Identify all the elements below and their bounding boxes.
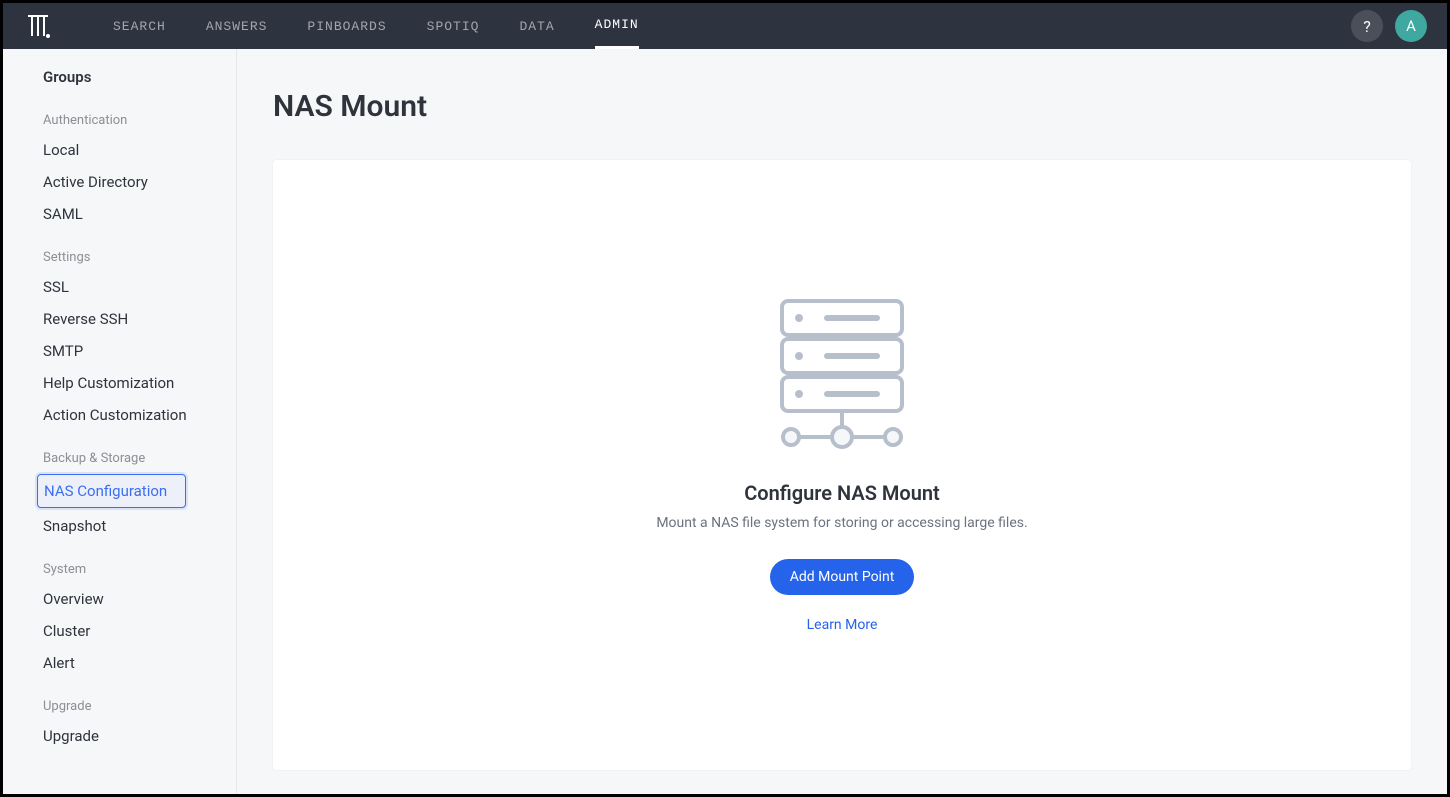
page-title: NAS Mount (273, 89, 1411, 124)
nav-item-search[interactable]: SEARCH (113, 3, 166, 49)
nav-item-pinboards[interactable]: PINBOARDS (307, 3, 386, 49)
top-nav: SEARCH ANSWERS PINBOARDS SPOTIQ DATA ADMIN (113, 3, 639, 49)
nav-item-data[interactable]: DATA (519, 3, 554, 49)
sidebar-header-upgrade: Upgrade (3, 679, 236, 720)
nav-item-answers[interactable]: ANSWERS (206, 3, 268, 49)
nav-item-admin[interactable]: ADMIN (595, 3, 639, 49)
logo-icon (24, 12, 52, 40)
sidebar-item-cluster[interactable]: Cluster (3, 615, 236, 647)
main-content: NAS Mount (237, 49, 1447, 794)
sidebar-header-backup-storage: Backup & Storage (3, 431, 236, 472)
sidebar-item-reverse-ssh[interactable]: Reverse SSH (3, 303, 236, 335)
sidebar-item-nas-configuration[interactable]: NAS Configuration (37, 474, 186, 508)
learn-more-link[interactable]: Learn More (807, 617, 878, 633)
empty-heading: Configure NAS Mount (744, 481, 940, 505)
sidebar-header-system: System (3, 542, 236, 583)
nas-server-icon (777, 297, 907, 461)
sidebar-item-overview[interactable]: Overview (3, 583, 236, 615)
sidebar-item-alert[interactable]: Alert (3, 647, 236, 679)
sidebar-header-authentication: Authentication (3, 93, 236, 134)
nav-item-spotiq[interactable]: SPOTIQ (427, 3, 480, 49)
sidebar-item-saml[interactable]: SAML (3, 198, 236, 230)
sidebar: GroupsAuthenticationLocalActive Director… (3, 49, 237, 794)
empty-subheading: Mount a NAS file system for storing or a… (656, 515, 1027, 531)
topbar: SEARCHANSWERSPINBOARDSSPOTIQDATAADMIN ? … (3, 3, 1447, 49)
sidebar-header-settings: Settings (3, 230, 236, 271)
help-button[interactable]: ? (1351, 10, 1383, 42)
sidebar-item-ssl[interactable]: SSL (3, 271, 236, 303)
sidebar-item-snapshot[interactable]: Snapshot (3, 510, 236, 542)
add-mount-point-button[interactable]: Add Mount Point (770, 559, 915, 595)
logo[interactable] (23, 11, 53, 41)
sidebar-item-active-directory[interactable]: Active Directory (3, 166, 236, 198)
sidebar-item-groups[interactable]: Groups (3, 61, 236, 93)
sidebar-item-upgrade[interactable]: Upgrade (3, 720, 236, 752)
sidebar-item-help-customization[interactable]: Help Customization (3, 367, 236, 399)
sidebar-item-action-customization[interactable]: Action Customization (3, 399, 236, 431)
user-avatar[interactable]: A (1395, 10, 1427, 42)
sidebar-item-smtp[interactable]: SMTP (3, 335, 236, 367)
content-card: Configure NAS Mount Mount a NAS file sys… (273, 160, 1411, 770)
sidebar-item-local[interactable]: Local (3, 134, 236, 166)
